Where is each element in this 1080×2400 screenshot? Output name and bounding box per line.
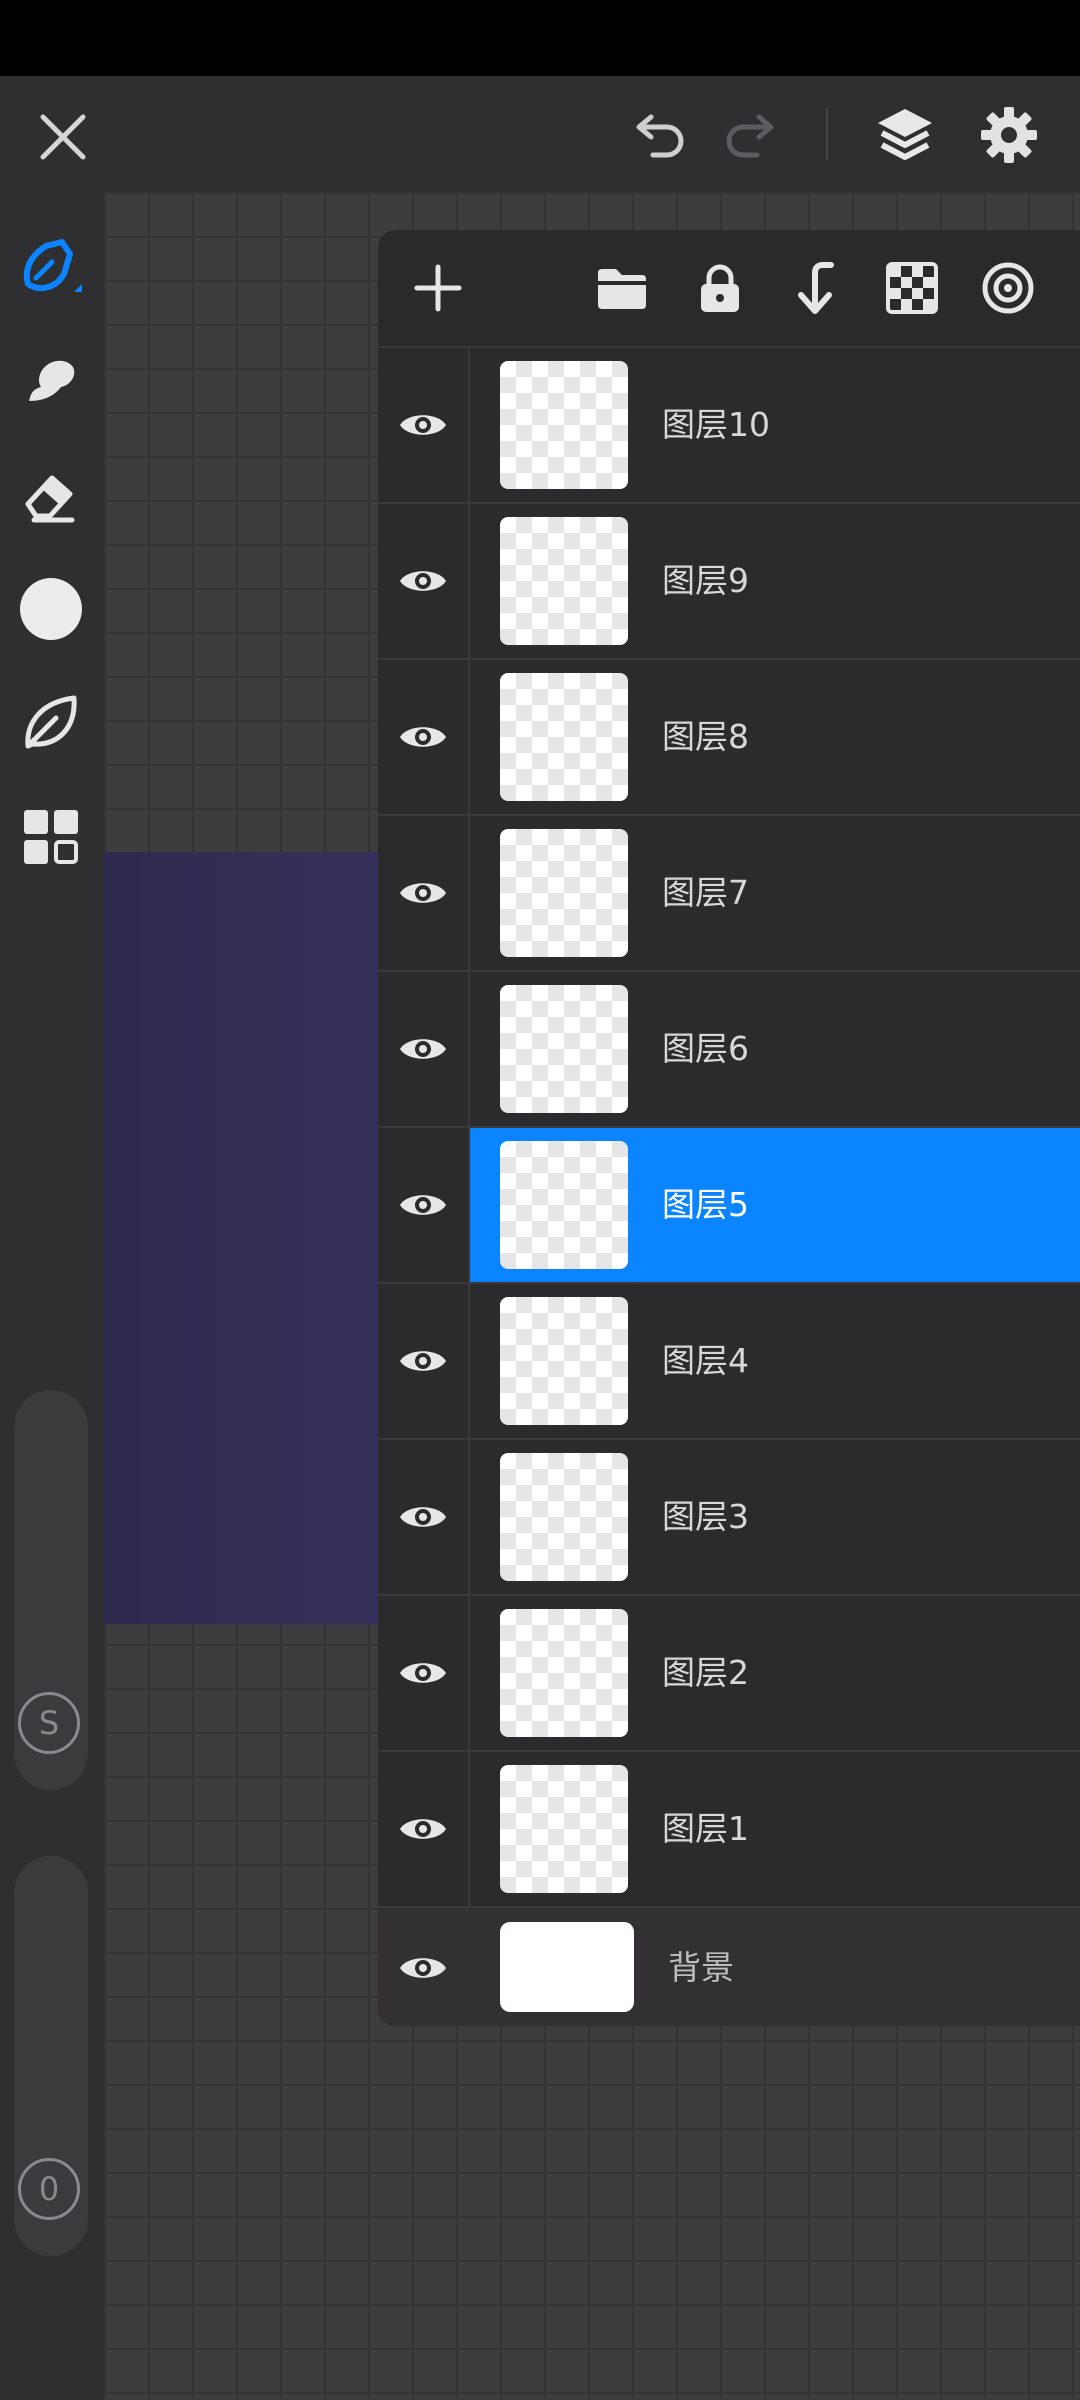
- layer-thumbnail: [500, 829, 628, 957]
- size-slider-knob[interactable]: S: [18, 1692, 80, 1754]
- layer-thumbnail: [500, 1453, 628, 1581]
- layer-row[interactable]: 图层2: [378, 1594, 1080, 1750]
- layer-name: 图层6: [662, 1029, 749, 1068]
- undo-icon[interactable]: [624, 104, 690, 170]
- layer-content[interactable]: 图层8: [470, 660, 1080, 814]
- layer-thumbnail: [500, 1765, 628, 1893]
- lock-icon[interactable]: [690, 258, 750, 318]
- background-layer-name: 背景: [668, 1948, 734, 1987]
- eraser-tool-icon[interactable]: [18, 462, 84, 528]
- layer-name: 图层7: [662, 873, 749, 912]
- folder-icon[interactable]: [592, 258, 652, 318]
- layer-thumbnail: [500, 673, 628, 801]
- leaf-tool-icon[interactable]: [18, 690, 84, 756]
- background-layer-row[interactable]: 背景: [378, 1906, 1080, 2026]
- layers-panel: 图层10 图层9 图层8 图层7 图层6 图层5 图层4 图层3 图层2 图层1 背景: [378, 230, 1080, 2030]
- layer-content[interactable]: 图层4: [470, 1284, 1080, 1438]
- layer-name: 图层2: [662, 1653, 749, 1692]
- layer-thumbnail: [500, 517, 628, 645]
- brush-tool-icon[interactable]: [18, 234, 84, 300]
- layer-content[interactable]: 图层1: [470, 1752, 1080, 1906]
- layer-row[interactable]: 图层3: [378, 1438, 1080, 1594]
- layer-name: 图层9: [662, 561, 749, 600]
- layer-thumbnail: [500, 1297, 628, 1425]
- visibility-eye-icon[interactable]: [378, 504, 470, 658]
- layer-row[interactable]: 图层8: [378, 658, 1080, 814]
- layer-row[interactable]: 图层4: [378, 1282, 1080, 1438]
- layer-content[interactable]: 背景: [470, 1908, 1080, 2062]
- visibility-eye-icon[interactable]: [378, 972, 470, 1126]
- visibility-eye-icon[interactable]: [378, 660, 470, 814]
- left-toolbar: S 0: [0, 192, 104, 2400]
- layer-content[interactable]: 图层7: [470, 816, 1080, 970]
- layer-name: 图层10: [662, 405, 770, 444]
- smudge-tool-icon[interactable]: [18, 348, 84, 414]
- visibility-eye-icon[interactable]: [378, 1596, 470, 1750]
- layers-toolbar: [378, 230, 1080, 346]
- close-icon[interactable]: [30, 104, 96, 170]
- opacity-slider-label: 0: [38, 2170, 60, 2208]
- grid-menu-icon[interactable]: [18, 804, 84, 870]
- checker-icon[interactable]: [882, 258, 942, 318]
- layer-row[interactable]: 图层10: [378, 346, 1080, 502]
- layers-icon[interactable]: [870, 100, 940, 170]
- visibility-eye-icon[interactable]: [378, 816, 470, 970]
- brush-size-slider[interactable]: S: [14, 1390, 88, 1790]
- merge-down-icon[interactable]: [786, 258, 846, 318]
- opacity-slider[interactable]: 0: [14, 1856, 88, 2256]
- layer-name: 图层3: [662, 1497, 749, 1536]
- visibility-eye-icon[interactable]: [378, 1752, 470, 1906]
- layer-name: 图层8: [662, 717, 749, 756]
- layer-name: 图层5: [662, 1185, 749, 1224]
- layer-thumbnail: [500, 361, 628, 489]
- gear-icon[interactable]: [976, 102, 1042, 168]
- layer-content[interactable]: 图层10: [470, 348, 1080, 502]
- layer-thumbnail: [500, 1141, 628, 1269]
- color-picker-icon[interactable]: [18, 576, 84, 642]
- add-layer-icon[interactable]: [408, 258, 468, 318]
- layer-name: 图层1: [662, 1809, 749, 1848]
- layer-content[interactable]: 图层9: [470, 504, 1080, 658]
- layer-content[interactable]: 图层6: [470, 972, 1080, 1126]
- layer-content[interactable]: 图层3: [470, 1440, 1080, 1594]
- layer-name: 图层4: [662, 1341, 749, 1380]
- top-toolbar: [0, 76, 1080, 192]
- layer-row[interactable]: 图层9: [378, 502, 1080, 658]
- visibility-eye-icon[interactable]: [378, 1440, 470, 1594]
- layer-content[interactable]: 图层2: [470, 1596, 1080, 1750]
- layer-content[interactable]: 图层5: [470, 1128, 1080, 1282]
- size-slider-label: S: [38, 1704, 60, 1742]
- visibility-eye-icon[interactable]: [378, 348, 470, 502]
- opacity-slider-knob[interactable]: 0: [18, 2158, 80, 2220]
- visibility-eye-icon[interactable]: [378, 1128, 470, 1282]
- status-bar: [0, 0, 1080, 76]
- target-icon[interactable]: [978, 258, 1038, 318]
- layer-row[interactable]: 图层6: [378, 970, 1080, 1126]
- layer-row[interactable]: 图层5: [378, 1126, 1080, 1282]
- redo-icon[interactable]: [720, 104, 786, 170]
- layer-row[interactable]: 图层1: [378, 1750, 1080, 1906]
- layer-row[interactable]: 图层7: [378, 814, 1080, 970]
- visibility-eye-icon[interactable]: [378, 1284, 470, 1438]
- toolbar-divider: [826, 108, 828, 160]
- layer-thumbnail: [500, 1609, 628, 1737]
- layer-thumbnail: [500, 985, 628, 1113]
- background-thumbnail: [500, 1922, 634, 2012]
- visibility-eye-icon[interactable]: [378, 1908, 468, 2028]
